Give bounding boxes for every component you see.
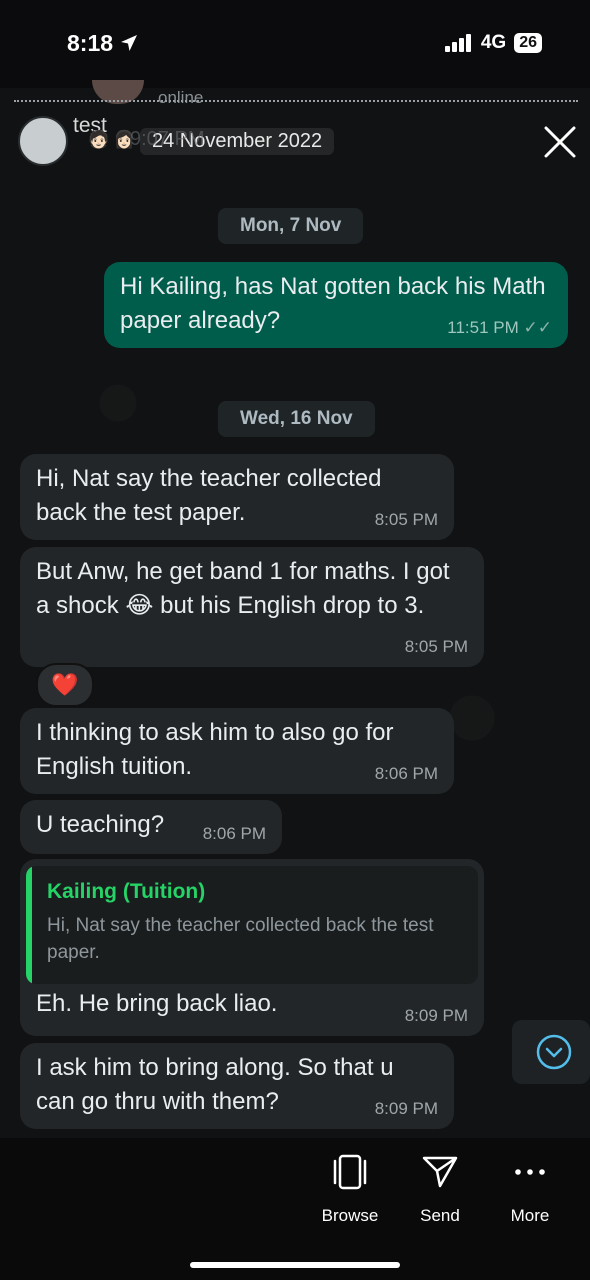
day-separator: Wed, 16 Nov <box>218 401 375 437</box>
send-icon <box>422 1156 458 1188</box>
message-time: 8:06 PM <box>202 824 266 843</box>
message-time: 8:05 PM <box>374 510 438 529</box>
chevron-down-icon <box>536 1034 572 1070</box>
location-arrow-icon <box>121 35 138 51</box>
clock: 8:18 <box>67 30 114 56</box>
message-incoming[interactable]: I ask him to bring along. So that u can … <box>20 1043 454 1129</box>
status-indicators: 4G 26 <box>444 32 542 54</box>
reaction-badge[interactable]: ❤️ <box>36 663 94 707</box>
more-icon <box>515 1169 545 1175</box>
emoji-faces: 🧑🏻 👩🏻 <box>88 130 136 149</box>
browse-button[interactable]: Browse <box>310 1152 390 1226</box>
avatar[interactable] <box>18 116 68 166</box>
message-text: Eh. He bring back liao. <box>36 990 278 1017</box>
more-label: More <box>510 1206 550 1225</box>
scroll-down-button[interactable] <box>512 1020 590 1084</box>
quote-text: Hi, Nat say the teacher collected back t… <box>47 915 434 963</box>
day-separator: Mon, 7 Nov <box>218 208 364 244</box>
message-incoming[interactable]: Hi, Nat say the teacher collected back t… <box>20 454 454 540</box>
quote-author: Kailing (Tuition) <box>47 880 206 903</box>
screenshot-date: 9:07 PM 24 November 2022 <box>130 128 335 155</box>
signal-icon <box>444 34 471 52</box>
contact-status-ghost: online <box>158 88 204 107</box>
browse-label: Browse <box>321 1206 379 1225</box>
quoted-message[interactable]: Kailing (Tuition) Hi, Nat say the teache… <box>26 866 478 984</box>
message-incoming[interactable]: U teaching? 8:06 PM <box>20 800 282 854</box>
home-indicator <box>190 1262 400 1268</box>
send-label: Send <box>420 1206 460 1225</box>
close-icon[interactable] <box>538 120 582 164</box>
time-label: 11:51 PM <box>447 318 519 337</box>
message-outgoing[interactable]: Hi Kailing, has Nat gotten back his Math… <box>104 262 568 348</box>
message-time: 8:09 PM <box>404 1006 468 1025</box>
battery-indicator: 26 <box>514 33 542 53</box>
message-incoming[interactable]: But Anw, he get band 1 for maths. I got … <box>20 547 484 667</box>
quote-accent-bar <box>26 866 32 984</box>
message-time: 8:05 PM <box>404 637 468 656</box>
message-time: 8:06 PM <box>374 764 438 783</box>
send-button[interactable]: Send <box>400 1152 480 1226</box>
message-incoming[interactable]: I thinking to ask him to also go for Eng… <box>20 708 454 794</box>
ghost-time: 9:07 PM <box>130 128 205 150</box>
more-button[interactable]: More <box>490 1152 570 1226</box>
message-time: 8:09 PM <box>374 1099 438 1118</box>
browse-icon <box>333 1154 367 1190</box>
message-text: But Anw, he get band 1 for maths. I got … <box>36 558 450 619</box>
status-time: 8:18 <box>67 30 139 57</box>
message-time: 11:51 PM ✓✓ <box>447 318 552 338</box>
read-ticks-icon: ✓✓ <box>523 318 553 337</box>
network-type: 4G <box>480 32 507 53</box>
divider <box>14 100 578 102</box>
